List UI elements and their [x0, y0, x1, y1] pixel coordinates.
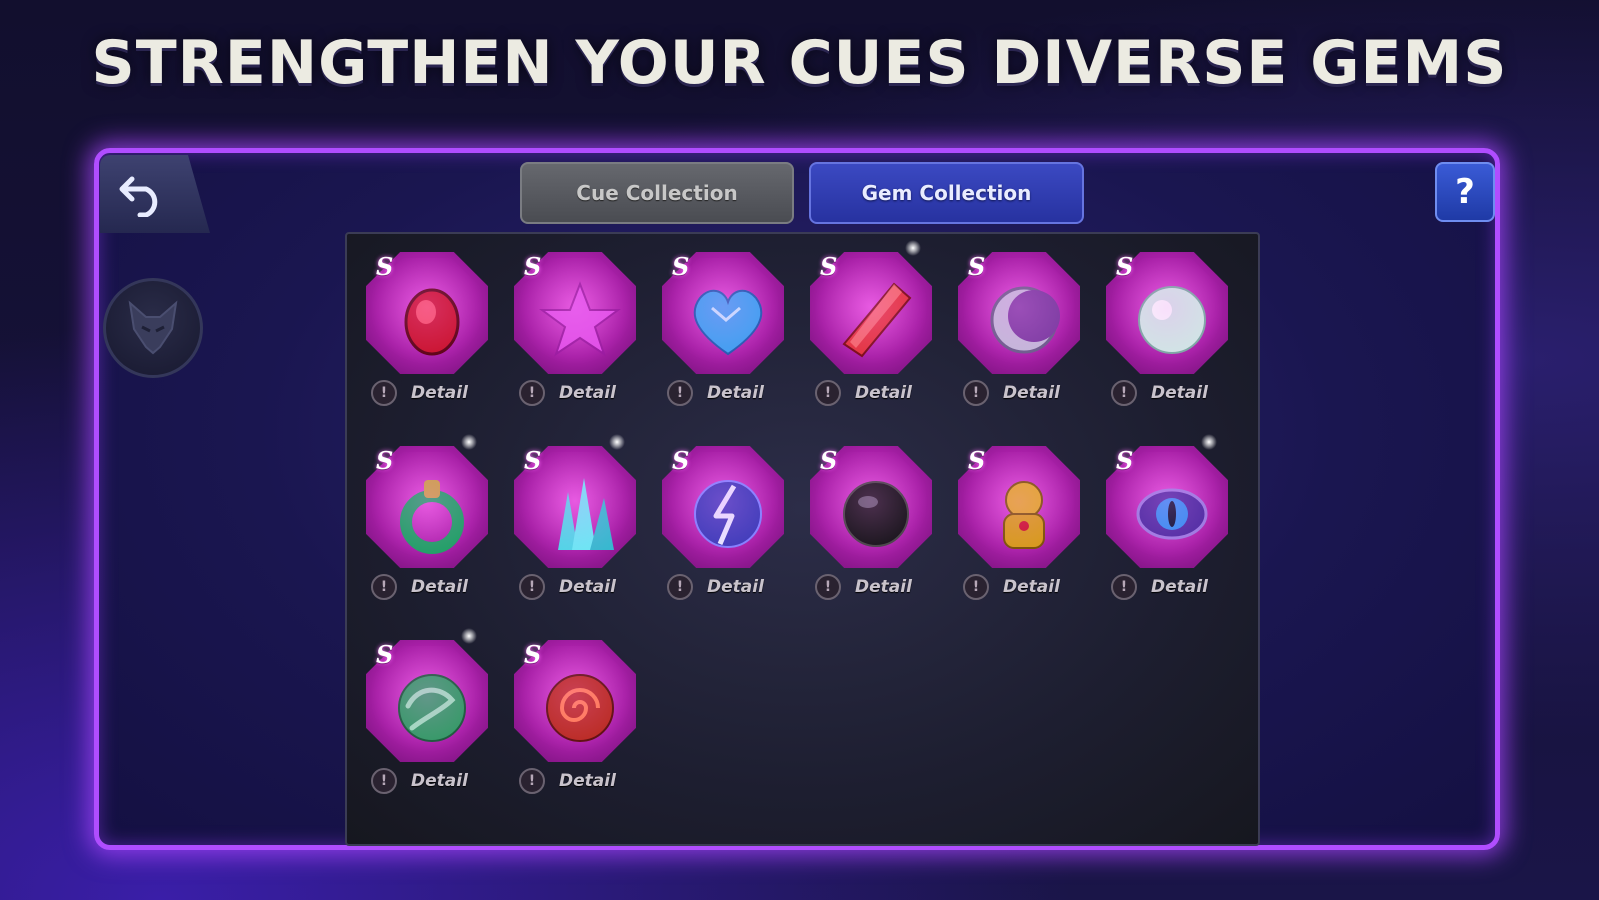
grade-badge: S — [524, 252, 542, 281]
grade-badge: S — [376, 446, 394, 475]
detail-link[interactable]: Detail — [855, 577, 912, 597]
info-icon[interactable]: ! — [1111, 380, 1137, 406]
dragon-eye-gem-icon — [1136, 488, 1208, 540]
gem-card[interactable]: S! Detail — [361, 628, 501, 797]
detail-link[interactable]: Detail — [559, 383, 616, 403]
detail-link[interactable]: Detail — [1003, 383, 1060, 403]
grade-badge: S — [1116, 446, 1134, 475]
gem-card[interactable]: S! Detail — [953, 244, 1093, 409]
tab-cue-collection[interactable]: Cue Collection — [520, 162, 794, 224]
detail-link[interactable]: Detail — [1151, 577, 1208, 597]
detail-link[interactable]: Detail — [559, 771, 616, 791]
gem-card[interactable]: S! Detail — [805, 438, 945, 603]
tab-gem-collection[interactable]: Gem Collection — [809, 162, 1084, 224]
red-ruby-gem-icon — [404, 288, 460, 356]
gem-card[interactable]: S! Detail — [361, 434, 501, 603]
info-icon[interactable]: ! — [815, 574, 841, 600]
back-arrow-icon — [119, 176, 158, 217]
golden-lion-figure-icon — [1003, 481, 1045, 549]
sparkle-icon — [1201, 434, 1217, 450]
grade-badge: S — [376, 252, 394, 281]
grade-badge: S — [376, 640, 394, 669]
gem-card[interactable]: S! Detail — [509, 244, 649, 409]
sparkle-icon — [905, 240, 921, 256]
grade-badge: S — [968, 252, 986, 281]
gem-card[interactable]: S! Detail — [657, 244, 797, 409]
gem-card[interactable]: S! Detail — [509, 434, 649, 603]
info-icon[interactable]: ! — [667, 380, 693, 406]
gem-card[interactable]: S! Detail — [509, 632, 649, 797]
sparkle-icon — [461, 434, 477, 450]
gem-grid-panel: S! Detail S! Detail S! Detail S! Detail S! Detail… — [345, 232, 1260, 846]
gem-card[interactable]: S! Detail — [657, 438, 797, 603]
jade-ring-gem-icon — [400, 480, 464, 554]
gem-grid: S! Detail S! Detail S! Detail S! Detail S! Detail… — [347, 234, 1258, 844]
detail-link[interactable]: Detail — [411, 383, 468, 403]
info-icon[interactable]: ! — [371, 768, 397, 794]
info-icon[interactable]: ! — [519, 380, 545, 406]
sparkle-icon — [609, 434, 625, 450]
gem-card[interactable]: S! Detail — [805, 240, 945, 409]
lightning-orb-gem-icon — [694, 480, 762, 548]
info-icon[interactable]: ! — [815, 380, 841, 406]
grade-badge: S — [1116, 252, 1134, 281]
gem-card[interactable]: S! Detail — [361, 244, 501, 409]
grade-badge: S — [672, 252, 690, 281]
detail-link[interactable]: Detail — [855, 383, 912, 403]
pink-star-gem-icon — [538, 281, 622, 357]
gem-card[interactable]: S! Detail — [1101, 434, 1241, 603]
black-pearl-gem-icon — [843, 481, 909, 547]
gem-card[interactable]: S! Detail — [1101, 244, 1241, 409]
detail-link[interactable]: Detail — [1003, 577, 1060, 597]
fox-head-icon — [128, 300, 178, 355]
info-icon[interactable]: ! — [963, 380, 989, 406]
red-crystal-shard-icon — [842, 282, 912, 358]
info-icon[interactable]: ! — [1111, 574, 1137, 600]
detail-link[interactable]: Detail — [707, 383, 764, 403]
detail-link[interactable]: Detail — [411, 577, 468, 597]
info-icon[interactable]: ! — [371, 574, 397, 600]
grade-badge: S — [672, 446, 690, 475]
crescent-moon-gem-icon — [990, 286, 1060, 354]
help-button[interactable]: ? — [1435, 162, 1495, 222]
grade-badge: S — [524, 446, 542, 475]
info-icon[interactable]: ! — [371, 380, 397, 406]
info-icon[interactable]: ! — [519, 574, 545, 600]
info-icon[interactable]: ! — [667, 574, 693, 600]
jade-dragon-gem-icon — [398, 674, 466, 742]
grade-badge: S — [820, 446, 838, 475]
grade-badge: S — [820, 252, 838, 281]
detail-link[interactable]: Detail — [1151, 383, 1208, 403]
fox-emblem[interactable] — [103, 278, 203, 378]
detail-link[interactable]: Detail — [411, 771, 468, 791]
headline: STRENGTHEN YOUR CUES DIVERSE GEMS — [91, 28, 1508, 98]
red-rose-gem-icon — [546, 674, 614, 742]
blue-heart-gem-icon — [693, 289, 763, 356]
info-icon[interactable]: ! — [963, 574, 989, 600]
grade-badge: S — [524, 640, 542, 669]
detail-link[interactable]: Detail — [707, 577, 764, 597]
sparkle-icon — [461, 628, 477, 644]
white-pearl-gem-icon — [1138, 286, 1206, 354]
grade-badge: S — [968, 446, 986, 475]
info-icon[interactable]: ! — [519, 768, 545, 794]
cyan-crystal-cluster-icon — [558, 478, 614, 550]
gem-card[interactable]: S! Detail — [953, 438, 1093, 603]
detail-link[interactable]: Detail — [559, 577, 616, 597]
